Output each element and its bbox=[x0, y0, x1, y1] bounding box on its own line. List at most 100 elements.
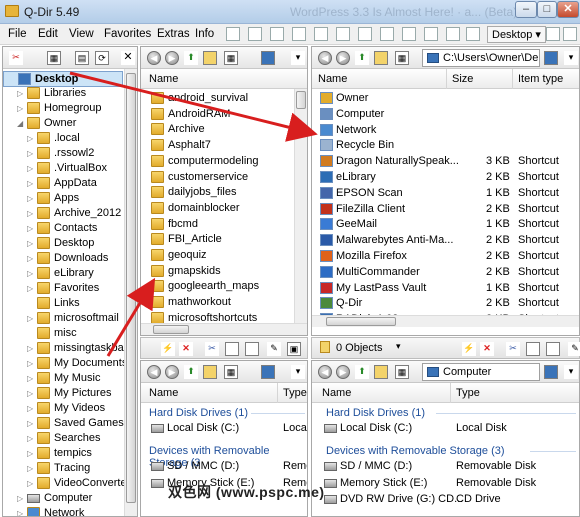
tree-item[interactable]: ▷ Desktop bbox=[3, 236, 123, 252]
list-item[interactable]: Q-Dir 2 KB Shortcut bbox=[312, 296, 579, 312]
tree-scrollbar[interactable] bbox=[124, 69, 137, 516]
tree-item[interactable]: ▷ .rssowl2 bbox=[3, 146, 123, 162]
top-left-vscroll-thumb[interactable] bbox=[296, 91, 306, 109]
list-item[interactable]: geoquiz bbox=[141, 248, 293, 264]
list-item[interactable]: computermodeling bbox=[141, 154, 293, 170]
tree-item[interactable]: ▷ Favorites bbox=[3, 281, 123, 297]
tree-item[interactable]: ▷ Searches bbox=[3, 431, 123, 447]
tree-expander-icon[interactable]: ▷ bbox=[27, 269, 34, 278]
delete-icon[interactable]: ✕ bbox=[480, 342, 494, 356]
tree-expander-icon[interactable]: ▷ bbox=[27, 314, 34, 323]
tree-expander-icon[interactable] bbox=[27, 329, 34, 338]
tree-expander-icon[interactable]: ▷ bbox=[17, 509, 24, 516]
drive-item[interactable]: Local Disk (C:) Local bbox=[141, 421, 307, 437]
forward-icon[interactable]: ▶ bbox=[165, 51, 179, 65]
help-icon[interactable] bbox=[563, 27, 577, 41]
desktop-dropdown[interactable]: Desktop ▾ bbox=[487, 26, 546, 43]
menu-favorites[interactable]: Favorites bbox=[104, 28, 151, 40]
tree-item[interactable]: ▷ .local bbox=[3, 131, 123, 147]
up-icon[interactable]: ⬆ bbox=[355, 51, 369, 65]
layout-h-icon[interactable] bbox=[336, 27, 350, 41]
tree-expander-icon[interactable]: ▷ bbox=[17, 104, 24, 113]
address-icon[interactable] bbox=[261, 51, 275, 65]
tree-expander-icon[interactable]: ▷ bbox=[17, 494, 24, 503]
layout-v-icon[interactable] bbox=[358, 27, 372, 41]
list-item[interactable]: customerservice bbox=[141, 170, 293, 186]
tree-item[interactable]: ▷ Downloads bbox=[3, 251, 123, 267]
list-item[interactable]: Recycle Bin bbox=[312, 138, 579, 154]
view-icon[interactable]: ▦ bbox=[224, 51, 238, 65]
list-item[interactable]: mathworkout bbox=[141, 295, 293, 311]
col-name[interactable]: Name bbox=[322, 387, 351, 399]
col-name[interactable]: Name bbox=[318, 73, 347, 85]
tree-expander-icon[interactable]: ▷ bbox=[27, 449, 34, 458]
col-type[interactable]: Item type bbox=[518, 73, 563, 85]
tree-item[interactable]: ▷ Computer bbox=[3, 491, 123, 507]
list-item[interactable]: My LastPass Vault 1 KB Shortcut bbox=[312, 281, 579, 297]
tree-expander-icon[interactable]: ▷ bbox=[27, 374, 34, 383]
tree-expander-icon[interactable]: ▷ bbox=[27, 149, 34, 158]
tree-expander-icon[interactable]: ▷ bbox=[27, 254, 34, 263]
col-type[interactable]: Type bbox=[283, 387, 307, 399]
close-window-button[interactable]: ✕ bbox=[557, 1, 579, 18]
col-type[interactable]: Type bbox=[456, 387, 480, 399]
pane-menu-icon[interactable]: ▾ bbox=[291, 51, 305, 65]
col-size[interactable]: Size bbox=[452, 73, 473, 85]
tree-expander-icon[interactable]: ▷ bbox=[27, 284, 34, 293]
list-item[interactable]: EPSON Scan 1 KB Shortcut bbox=[312, 186, 579, 202]
copy-path-icon[interactable]: ⚡ bbox=[161, 342, 175, 356]
list-item[interactable]: Mozilla Firefox 2 KB Shortcut bbox=[312, 249, 579, 265]
color-icon[interactable] bbox=[424, 27, 438, 41]
tree-item[interactable]: ▷ missingtaskbar bbox=[3, 341, 127, 357]
tree-item[interactable]: ▷ eLibrary bbox=[3, 266, 123, 282]
tree-item[interactable]: ▷ Tracing bbox=[3, 461, 123, 477]
new-folder-icon[interactable] bbox=[203, 51, 217, 65]
layout-icon[interactable] bbox=[226, 27, 240, 41]
favorites-icon[interactable] bbox=[446, 27, 460, 41]
tree-scroll-thumb[interactable] bbox=[126, 73, 136, 503]
tree-expander-icon[interactable]: ▷ bbox=[27, 179, 34, 188]
top-left-hscroll-thumb[interactable] bbox=[153, 325, 189, 334]
drive-item[interactable]: Local Disk (C:) Local Disk bbox=[312, 421, 572, 437]
tree-expander-icon[interactable]: ▷ bbox=[27, 239, 34, 248]
cut-icon[interactable]: ✂ bbox=[506, 342, 520, 356]
tree-expander-icon[interactable] bbox=[8, 75, 15, 84]
copy-path-icon[interactable]: ⚡ bbox=[462, 342, 476, 356]
top-right-hscroll-thumb[interactable] bbox=[326, 317, 396, 326]
tree-expander-icon[interactable]: ▷ bbox=[27, 434, 34, 443]
tree-item[interactable]: ▷ Homegroup bbox=[3, 101, 123, 117]
tree-expander-icon[interactable]: ▷ bbox=[27, 164, 34, 173]
list-item[interactable]: dailyjobs_files bbox=[141, 185, 293, 201]
group-removable-storage[interactable]: Devices with Removable Storage (3) bbox=[326, 445, 505, 457]
tree-expander-icon[interactable]: ▷ bbox=[27, 359, 34, 368]
tree-expander-icon[interactable] bbox=[27, 299, 34, 308]
tree-toggle-icon[interactable] bbox=[380, 27, 394, 41]
tree-pin-icon[interactable]: ✂ bbox=[9, 51, 23, 65]
tree-item[interactable]: ▷ My Music bbox=[3, 371, 123, 387]
up-icon[interactable]: ⬆ bbox=[184, 365, 198, 379]
menu-file[interactable]: File bbox=[8, 28, 27, 40]
tree-item[interactable]: ▷ tempics bbox=[3, 446, 123, 462]
copy-icon[interactable] bbox=[526, 342, 540, 356]
copy-icon[interactable] bbox=[225, 342, 239, 356]
rename-icon[interactable]: ✎ bbox=[568, 342, 580, 356]
properties-icon[interactable]: ▣ bbox=[287, 342, 301, 356]
tree-item[interactable]: ▷ Archive_2012 bbox=[3, 206, 123, 222]
tree-item[interactable]: ▷ microsoftmail bbox=[3, 311, 123, 327]
forward-icon[interactable]: ▶ bbox=[336, 365, 350, 379]
back-icon[interactable]: ◀ bbox=[147, 365, 161, 379]
minimize-button[interactable]: – bbox=[515, 1, 537, 18]
settings-icon[interactable] bbox=[466, 27, 480, 41]
list-item[interactable]: gmapskids bbox=[141, 264, 293, 280]
back-icon[interactable]: ◀ bbox=[318, 365, 332, 379]
address-bar[interactable]: C:\Users\Owner\De bbox=[422, 49, 540, 67]
save-layout-icon[interactable] bbox=[546, 27, 560, 41]
menu-info[interactable]: Info bbox=[195, 28, 214, 40]
group-hard-disk-drives[interactable]: Hard Disk Drives (1) bbox=[149, 407, 248, 419]
tree-expander-icon[interactable]: ▷ bbox=[27, 344, 34, 353]
back-icon[interactable]: ◀ bbox=[318, 51, 332, 65]
top-left-vscroll[interactable] bbox=[294, 89, 307, 323]
status-dropdown-icon[interactable]: ▾ bbox=[396, 341, 401, 352]
tree-grid-icon[interactable]: ▦ bbox=[47, 51, 61, 65]
address-go-icon[interactable] bbox=[544, 51, 558, 65]
